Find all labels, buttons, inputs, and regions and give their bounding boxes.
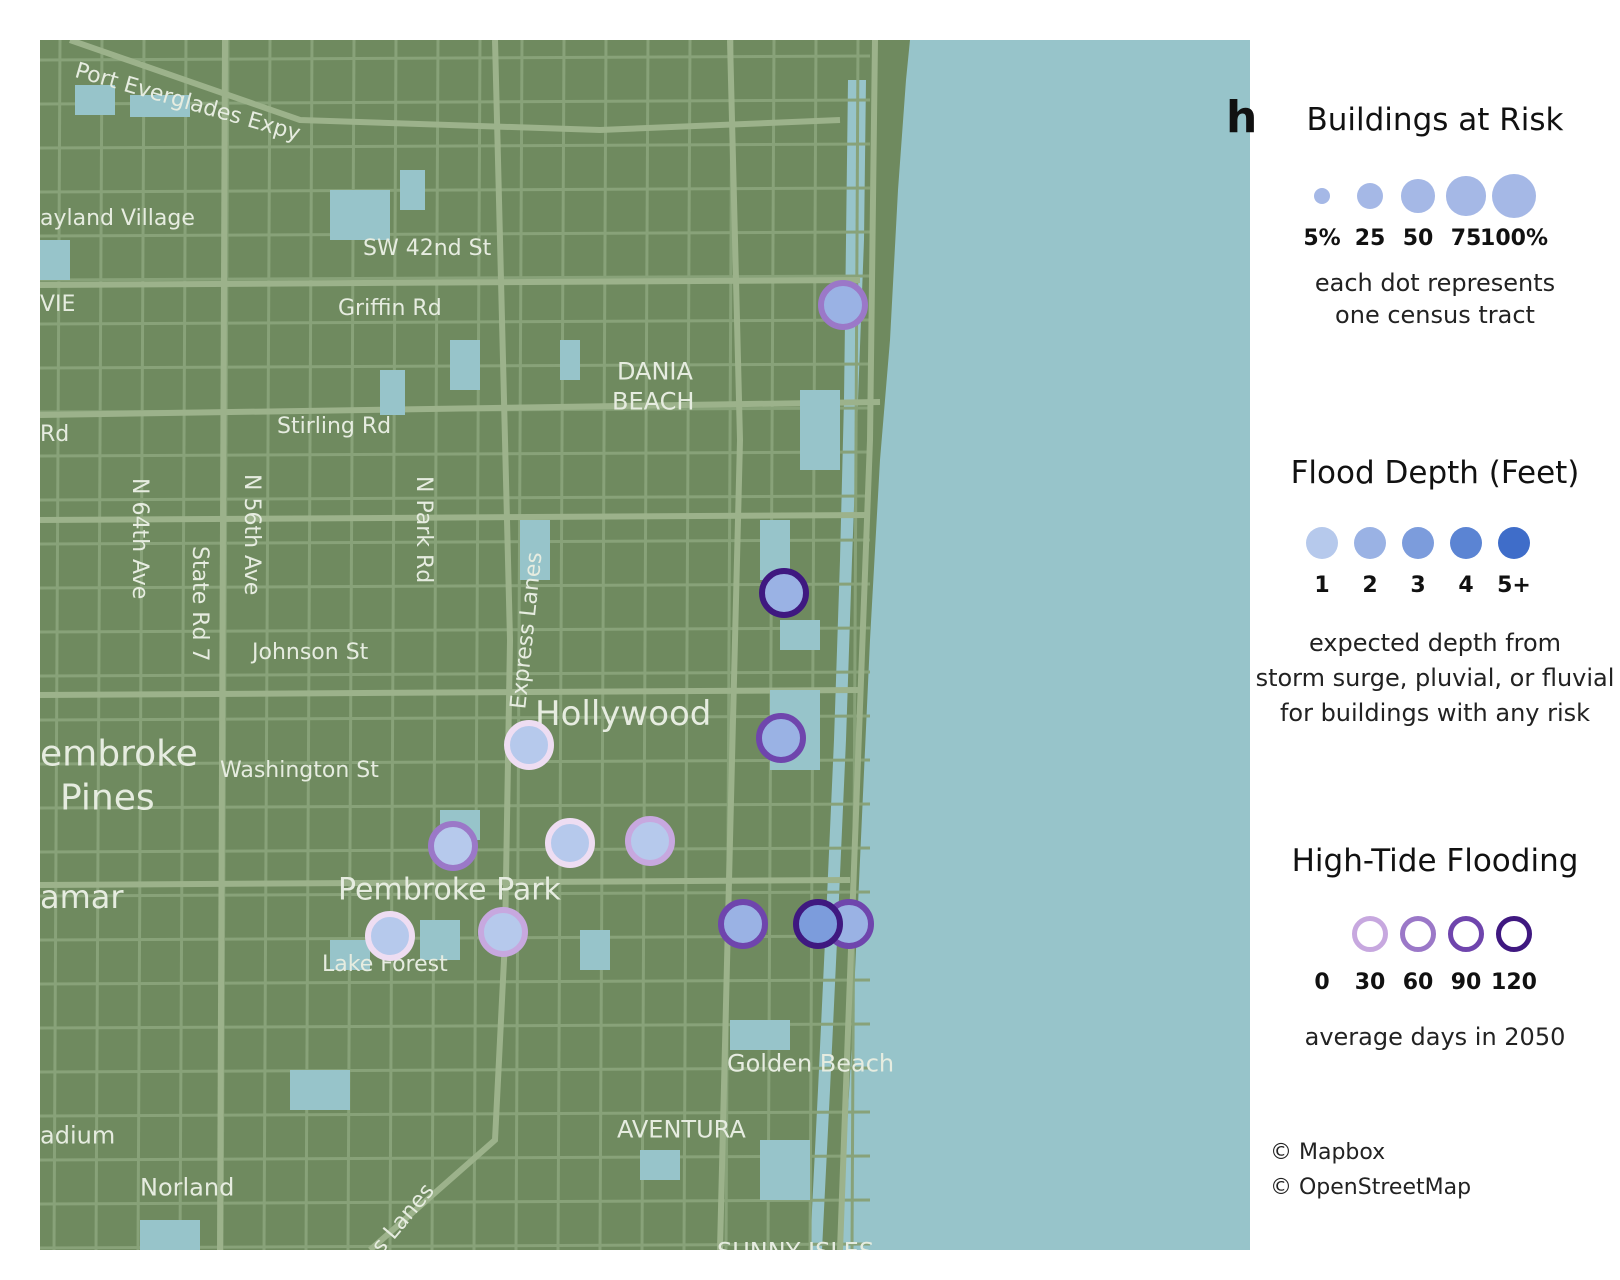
census-tract-dot[interactable] [759,568,809,618]
map-label-rd-left: Rd [40,422,69,447]
map-label-n-64th-ave: N 64th Ave [127,478,152,599]
map-label-dania: DANIA [617,358,694,386]
flood-depth-title: Flood Depth (Feet) [1290,455,1580,491]
depth-note-line3: for buildings with any risk [1279,699,1591,727]
map-label-state-rd-7: State Rd 7 [187,546,212,661]
map-label-beach: BEACH [612,388,694,416]
water-patch [580,930,610,970]
census-tract-dot[interactable] [545,818,595,868]
water-patch [290,1070,350,1110]
buildings-at-risk-scale: 5% 25 50 75 100% [1250,170,1620,251]
water-patch [730,1020,790,1050]
water-patch [560,340,580,380]
water-patch [400,170,425,210]
buildings-label-4: 100% [1480,226,1548,251]
map-label-n-56th-ave: N 56th Ave [239,474,264,595]
map-label-vie: VIE [40,292,75,317]
buildings-swatch-2 [1401,179,1435,213]
map-label-norland: Norland [140,1174,234,1202]
flood-depth-scale: 1 2 3 4 5+ [1250,525,1620,605]
map-label-wayland-village: ayland Village [40,206,195,231]
map-label-amar: amar [40,878,124,916]
census-tract-dot[interactable] [756,713,806,763]
map-label-pembroke-park: Pembroke Park [338,873,562,908]
depth-swatch-4 [1498,527,1530,559]
map-label-washington-st: Washington St [220,758,379,783]
census-tract-dot[interactable] [504,720,554,770]
high-tide-flooding-title: High-Tide Flooding [1291,843,1579,879]
buildings-note-line1: each dot represents [1314,269,1556,297]
map-label-aventura: AVENTURA [617,1116,746,1144]
buildings-swatch-3 [1446,176,1486,216]
water-patch [40,240,70,280]
openstreetmap-credit[interactable]: © OpenStreetMap [1270,1175,1471,1200]
depth-swatch-1 [1354,527,1386,559]
map-label-n-park-rd: N Park Rd [411,476,436,583]
high-tide-note: average days in 2050 [1304,1023,1566,1051]
depth-swatch-2 [1402,527,1434,559]
census-tract-dot[interactable] [478,907,528,957]
depth-label-4: 5+ [1497,573,1531,598]
map-label-pembroke: embroke [40,734,198,775]
map-label-johnson-st: Johnson St [250,640,369,665]
water-patch [640,1150,680,1180]
ocean [840,40,1250,1250]
buildings-note-line2: one census tract [1335,301,1535,329]
map-canvas[interactable]: Port Everglades Expyayland VillageSW 42n… [40,40,1250,1250]
water-patch [330,190,390,240]
map-label-hollywood: Hollywood [535,694,711,734]
depth-swatch-0 [1306,527,1338,559]
map-label-sw-42nd-st: SW 42nd St [363,236,492,261]
water-patch [140,1220,200,1250]
census-tract-dot[interactable] [718,899,768,949]
map-label-adium: adium [40,1122,115,1150]
map[interactable]: Port Everglades Expy ayland Village SW 42n… [40,40,1250,1250]
map-label-stirling-rd: Stirling Rd [277,414,391,439]
water-patch [760,1140,810,1200]
depth-swatch-3 [1450,527,1482,559]
buildings-at-risk-title: Buildings at Risk [1306,102,1564,138]
census-tract-dot[interactable] [625,816,675,866]
map-label-pines: Pines [60,778,155,819]
high-tide-scale: 0 30 60 90 120 [1250,912,1620,995]
legend: h Buildings at Risk 5% 25 50 75 100% each do… [1226,0,1620,1280]
census-tract-dot[interactable] [428,821,478,871]
map-label-sunny-isles: SUNNY ISLES [717,1238,874,1250]
hightide-swatch-0 [1304,916,1340,952]
depth-note-line2: storm surge, pluvial, or fluvial [1255,664,1615,692]
census-tract-dot[interactable] [365,911,415,961]
water-patch [800,390,840,470]
map-label-golden-beach: Golden Beach [727,1050,894,1078]
water-patch [380,370,405,415]
buildings-swatch-1 [1357,183,1383,209]
buildings-swatch-0 [1313,187,1331,205]
water-patch [780,620,820,650]
hightide-swatch-1 [1352,916,1388,952]
census-tract-dot[interactable] [793,899,843,949]
census-tract-dot[interactable] [818,280,868,330]
map-label-griffin-rd: Griffin Rd [338,296,442,321]
buildings-swatch-4 [1492,174,1536,218]
hightide-swatch-2 [1400,916,1436,952]
hightide-swatch-3 [1448,916,1484,952]
mapbox-credit[interactable]: © Mapbox [1270,1140,1385,1165]
hightide-label-4: 120 [1491,970,1537,995]
hightide-swatch-4 [1496,916,1532,952]
depth-note-line1: expected depth from [1308,629,1562,657]
water-patch [450,340,480,390]
